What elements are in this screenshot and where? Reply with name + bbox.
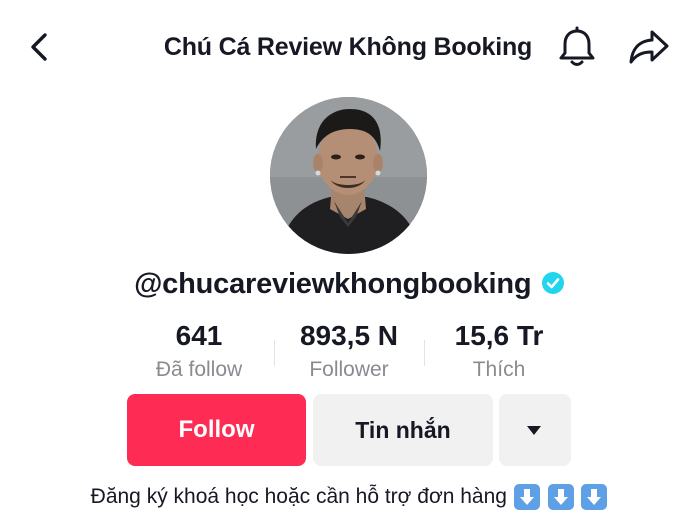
page-title: Chú Cá Review Không Booking [163, 33, 533, 61]
stat-followers[interactable]: 893,5 N Follower [276, 318, 422, 384]
stat-label: Follower [309, 358, 389, 381]
stat-divider [424, 340, 425, 366]
more-options-button[interactable] [499, 394, 571, 466]
stat-likes[interactable]: 15,6 Tr Thích [426, 318, 572, 384]
bio: Đăng ký khoá học hoặc cần hỗ trợ đơn hàn… [0, 482, 698, 513]
username-row: @chucareviewkhongbooking [0, 264, 698, 308]
stat-label: Thích [472, 358, 526, 381]
avatar-photo [270, 97, 427, 254]
stat-value: 893,5 N [299, 320, 399, 351]
down-arrow-emoji-icon [547, 484, 574, 510]
avatar[interactable] [270, 97, 427, 254]
bell-icon[interactable] [557, 26, 597, 68]
stat-value: 641 [175, 320, 223, 351]
caret-down-icon [527, 426, 541, 435]
stat-value: 15,6 Tr [454, 320, 544, 351]
back-arrow-icon[interactable] [26, 30, 52, 64]
message-button[interactable]: Tin nhắn [313, 394, 493, 466]
down-arrow-emoji-icon [581, 484, 608, 510]
profile-header: Chú Cá Review Không Booking [0, 0, 698, 95]
profile-stats: 641 Đã follow 893,5 N Follower 15,6 Tr T… [126, 318, 572, 388]
down-arrow-emoji-icon [514, 484, 541, 510]
follow-button[interactable]: Follow [127, 394, 306, 466]
bio-text: Đăng ký khoá học hoặc cần hỗ trợ đơn hàn… [90, 485, 507, 508]
username: @chucareviewkhongbooking [134, 268, 532, 300]
stat-label: Đã follow [155, 358, 243, 381]
share-icon[interactable] [628, 28, 670, 66]
stat-divider [274, 340, 275, 366]
stat-following[interactable]: 641 Đã follow [126, 318, 272, 384]
verified-badge-icon [541, 272, 564, 294]
